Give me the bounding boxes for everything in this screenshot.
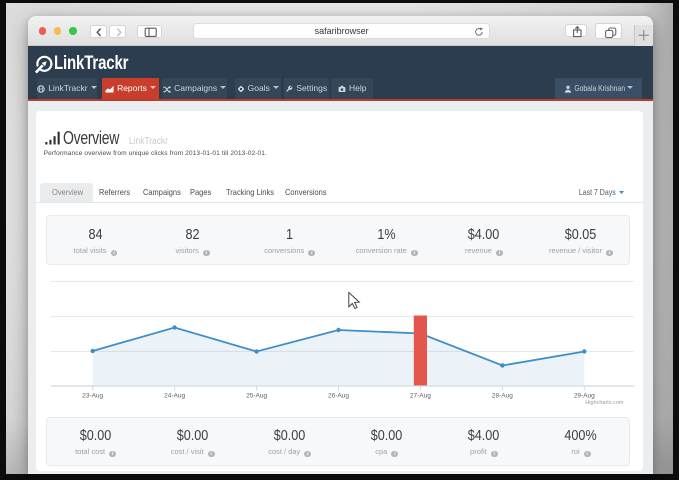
svg-text:Highcharts.com: Highcharts.com: [585, 400, 624, 406]
svg-text:26-Aug: 26-Aug: [328, 393, 349, 400]
svg-text:24-Aug: 24-Aug: [164, 393, 185, 400]
svg-text:25-Aug: 25-Aug: [246, 393, 267, 400]
svg-text:28-Aug: 28-Aug: [492, 393, 513, 400]
svg-text:27-Aug: 27-Aug: [410, 393, 431, 400]
svg-text:29-Aug: 29-Aug: [574, 393, 595, 400]
svg-text:23-Aug: 23-Aug: [82, 393, 103, 400]
